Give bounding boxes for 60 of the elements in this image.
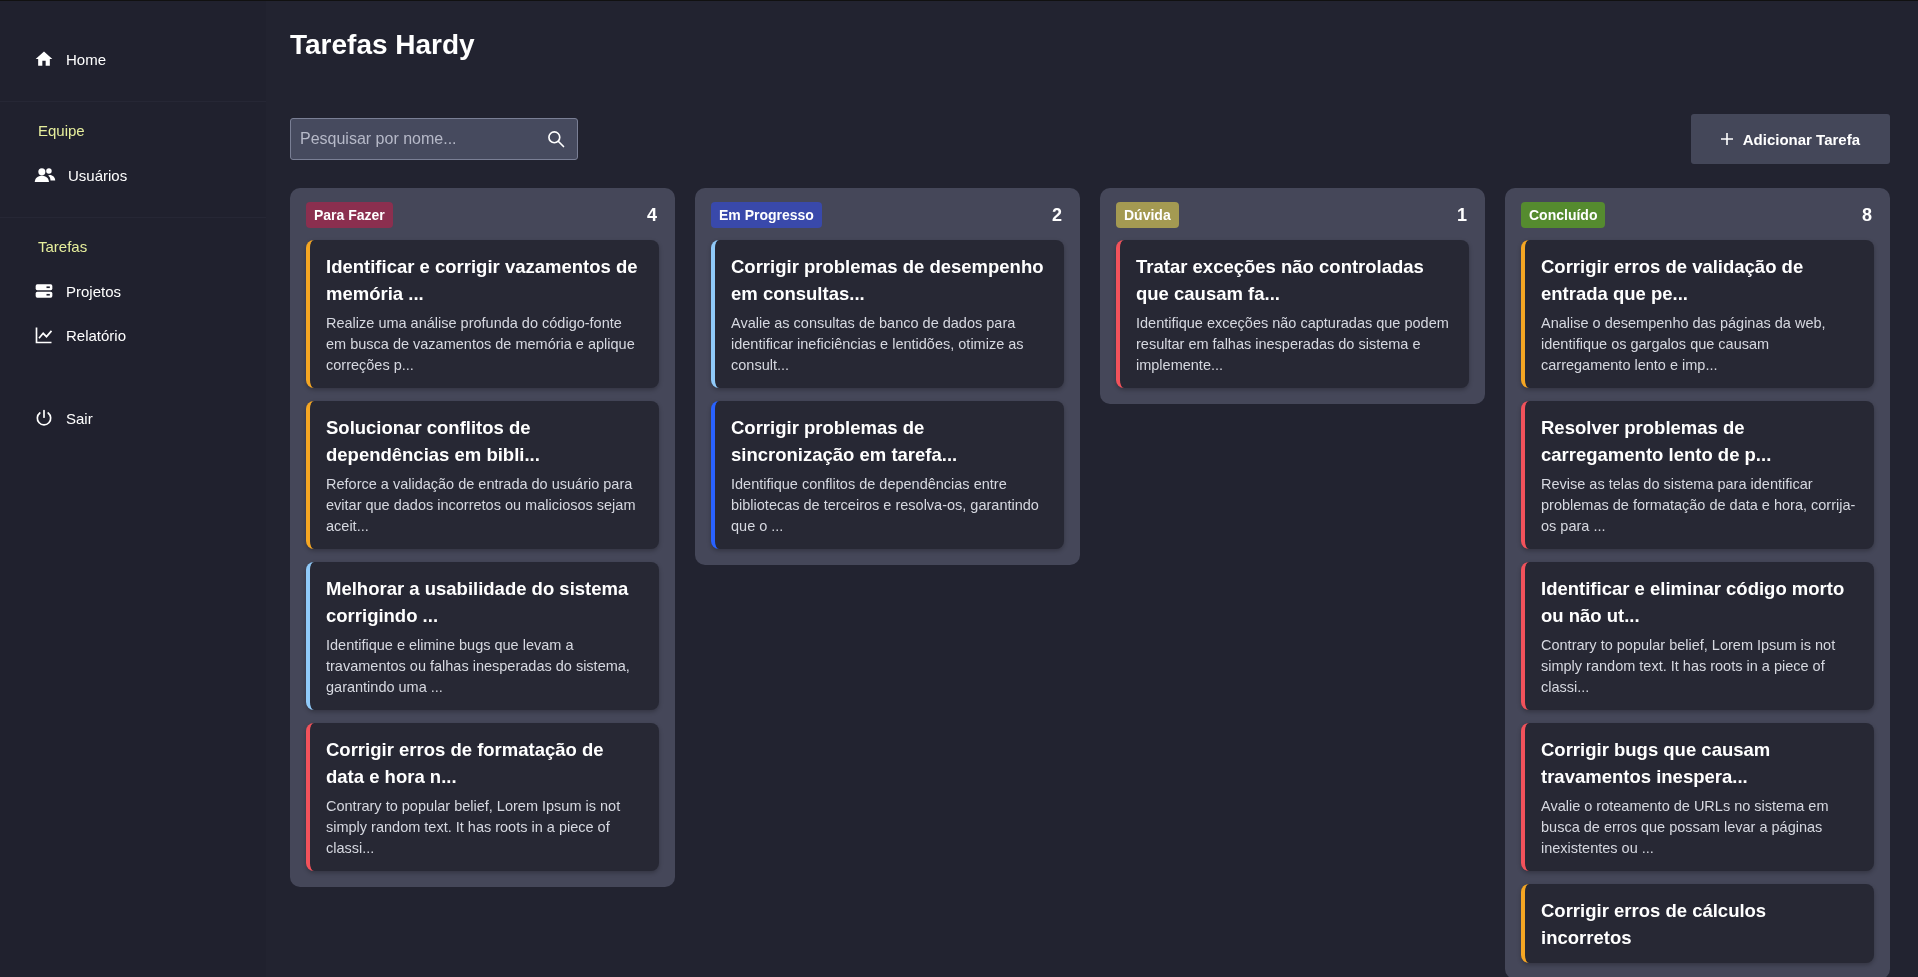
task-description: Identifique e elimine bugs que levam a travamentos ou falhas inesperadas do sistema, garantindo uma ... xyxy=(326,636,631,697)
task-description: Identifique exceções não capturadas que podem resultar em falhas inesperadas do sistema e implemente... xyxy=(1136,314,1450,375)
task-description: Analise o desempenho das páginas da web, identifique os gargalos que causam carregamento lento e imp... xyxy=(1541,314,1827,375)
plus-icon xyxy=(1720,133,1733,145)
page-title: Tarefas Hardy xyxy=(290,29,476,62)
task-card[interactable]: Corrigir bugs que causam travamentos inespera... Avalie o roteamento de URLs no sistema em busca de erros que possam levar a páginas inexistentes ou ... xyxy=(1521,723,1874,871)
task-count: 8 xyxy=(1862,204,1872,226)
search-field[interactable]: Pesquisar por nome... xyxy=(290,118,578,160)
task-card[interactable]: Corrigir erros de validação de entrada que pe... Analise o desempenho das páginas da web, identifique os gargalos que causam carregamento lento e imp... xyxy=(1521,240,1874,388)
task-count: 4 xyxy=(647,204,657,226)
task-title: Corrigir erros de validação de entrada que pe... xyxy=(1541,255,1805,306)
sidebar-item[interactable]: Relatório xyxy=(0,320,266,350)
task-description: Reforce a validação de entrada do usuário para evitar que dados incorretos ou maliciosos sejam aceit... xyxy=(326,475,637,536)
task-card[interactable]: Resolver problemas de carregamento lento de p... Revise as telas do sistema para identificar problemas de formatação de data e hora, corrija-os para ... xyxy=(1521,401,1874,549)
search-icon[interactable] xyxy=(546,129,566,149)
task-title: Corrigir erros de formatação de data e hora n... xyxy=(326,738,605,789)
server-icon xyxy=(34,281,54,301)
sidebar-section-title: Tarefas xyxy=(38,238,88,255)
task-description: Realize uma análise profunda do código-fonte em busca de vazamentos de memória e aplique correções p... xyxy=(326,314,636,375)
status-tag: Para Fazer xyxy=(306,202,393,228)
task-count: 1 xyxy=(1457,204,1467,226)
task-title: Corrigir problemas de sincronização em tarefa... xyxy=(731,416,959,467)
users-icon xyxy=(34,165,56,185)
task-description: Identifique conflitos de dependências entre bibliotecas de terceiros e resolva-os, garantindo que o ... xyxy=(731,475,1040,536)
task-card[interactable]: Identificar e eliminar código morto ou não ut... Contrary to popular belief, Lorem Ipsum is not simply random text. It has roots in a piece of classi... xyxy=(1521,562,1874,710)
task-count: 2 xyxy=(1052,204,1062,226)
status-tag: Concluído xyxy=(1521,202,1606,228)
sidebar-item[interactable]: Usuários xyxy=(0,160,266,190)
task-title: Resolver problemas de carregamento lento de p... xyxy=(1541,416,1773,467)
task-card[interactable]: Tratar exceções não controladas que causam fa... Identifique exceções não capturadas que podem resultar em falhas inesperadas do sistema e implemente... xyxy=(1116,240,1469,388)
task-title: Corrigir problemas de desempenho em consultas... xyxy=(731,255,1045,306)
sidebar-item[interactable]: Home xyxy=(0,44,266,74)
sidebar-item[interactable]: Sair xyxy=(0,403,266,433)
task-title: Identificar e corrigir vazamentos de memória ... xyxy=(326,255,639,306)
task-title: Identificar e eliminar código morto ou não ut... xyxy=(1541,577,1846,628)
task-card[interactable]: Identificar e corrigir vazamentos de memória ... Realize uma análise profunda do código-fonte em busca de vazamentos de memória e aplique correções p... xyxy=(306,240,659,388)
task-description: Avalie as consultas de banco de dados para identificar ineficiências e lentidões, otimize as consult... xyxy=(731,314,1025,375)
line-chart-icon xyxy=(34,325,54,345)
sidebar-section-title: Equipe xyxy=(38,122,85,139)
task-description: Revise as telas do sistema para identificar problemas de formatação de data e hora, corrija-os para ... xyxy=(1541,475,1857,536)
sidebar-item[interactable]: Projetos xyxy=(0,276,266,306)
status-tag: Em Progresso xyxy=(711,202,822,228)
task-card[interactable]: Solucionar conflitos de dependências em bibli... Reforce a validação de entrada do usuário para evitar que dados incorretos ou maliciosos sejam aceit... xyxy=(306,401,659,549)
status-tag: Dúvida xyxy=(1116,202,1179,228)
task-card[interactable]: Corrigir problemas de sincronização em tarefa... Identifique conflitos de dependências entre bibliotecas de terceiros e resolva-os, garantindo que o ... xyxy=(711,401,1064,549)
add-task-button[interactable]: Adicionar Tarefa xyxy=(1690,114,1890,164)
task-card[interactable]: Corrigir problemas de desempenho em consultas... Avalie as consultas de banco de dados para identificar ineficiências e lentidões, otimize as consult... xyxy=(711,240,1064,388)
task-title: Solucionar conflitos de dependências em bibli... xyxy=(326,416,541,467)
task-card[interactable]: Melhorar a usabilidade do sistema corrigindo ... Identifique e elimine bugs que levam a travamentos ou falhas inesperadas do sistema, garantindo uma ... xyxy=(306,562,659,710)
power-icon xyxy=(34,408,54,428)
task-description: Avalie o roteamento de URLs no sistema em busca de erros que possam levar a páginas inexistentes ou ... xyxy=(1541,797,1830,858)
home-icon xyxy=(34,49,54,69)
task-card[interactable]: Corrigir erros de formatação de data e hora n... Contrary to popular belief, Lorem Ipsum is not simply random text. It has roots in a piece of classi... xyxy=(306,723,659,871)
task-description: Contrary to popular belief, Lorem Ipsum is not simply random text. It has roots in a piece of classi... xyxy=(326,797,622,858)
task-title: Melhorar a usabilidade do sistema corrigindo ... xyxy=(326,577,630,628)
task-title: Corrigir bugs que causam travamentos inespera... xyxy=(1541,738,1772,789)
task-card[interactable]: Corrigir erros de cálculos incorretos xyxy=(1521,884,1874,963)
task-description: Contrary to popular belief, Lorem Ipsum is not simply random text. It has roots in a piece of classi... xyxy=(1541,636,1837,697)
task-title: Corrigir erros de cálculos incorretos xyxy=(1541,899,1768,950)
task-title: Tratar exceções não controladas que causam fa... xyxy=(1136,255,1425,306)
